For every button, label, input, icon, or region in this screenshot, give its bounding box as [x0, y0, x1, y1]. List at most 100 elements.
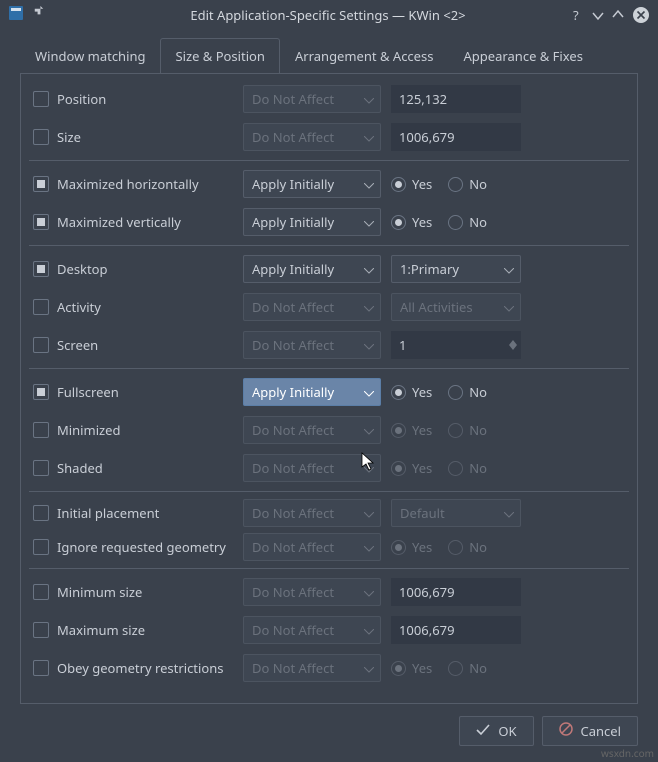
radio-max-v-yes[interactable]: Yes: [391, 213, 432, 231]
chevron-down-icon: [364, 538, 374, 556]
maximize-icon[interactable]: [612, 9, 624, 21]
value-min-size[interactable]: [391, 578, 521, 606]
rule-min-size[interactable]: Do Not Affect: [243, 578, 381, 606]
ok-button[interactable]: OK: [459, 716, 533, 746]
checkbox-ignore-geo[interactable]: [33, 539, 49, 555]
chevron-down-icon: [364, 298, 374, 316]
rule-max-size[interactable]: Do Not Affect: [243, 616, 381, 644]
label-fullscreen: Fullscreen: [57, 383, 119, 401]
checkbox-size[interactable]: [33, 129, 49, 145]
row-max-h: Maximized horizontally Apply Initially Y…: [29, 165, 629, 203]
value-screen[interactable]: 1: [391, 331, 521, 359]
cancel-icon: [559, 722, 573, 740]
button-bar: OK Cancel: [0, 716, 658, 762]
checkbox-initial-placement[interactable]: [33, 505, 49, 521]
checkbox-shaded[interactable]: [33, 460, 49, 476]
label-activity: Activity: [57, 298, 101, 316]
label-min-size: Minimum size: [57, 583, 142, 601]
checkbox-desktop[interactable]: [33, 261, 49, 277]
chevron-down-icon: [364, 459, 374, 477]
rule-size[interactable]: Do Not Affect: [243, 123, 381, 151]
label-minimized: Minimized: [57, 421, 120, 439]
radio-obey-geo-yes: Yes: [391, 659, 432, 677]
radio-obey-geo-no: No: [448, 659, 487, 677]
chevron-down-icon: [364, 90, 374, 108]
separator: [29, 568, 629, 569]
checkbox-fullscreen[interactable]: [33, 384, 49, 400]
value-position[interactable]: [391, 85, 521, 113]
radio-fullscreen-yes[interactable]: Yes: [391, 383, 432, 401]
tab-size-position[interactable]: Size & Position: [160, 38, 279, 74]
rule-max-h[interactable]: Apply Initially: [243, 170, 381, 198]
chevron-down-icon: [364, 659, 374, 677]
checkbox-max-v[interactable]: [33, 214, 49, 230]
value-size[interactable]: [391, 123, 521, 151]
checkbox-screen[interactable]: [33, 337, 49, 353]
window: Edit Application-Specific Settings — KWi…: [0, 0, 658, 762]
value-activity[interactable]: All Activities: [391, 293, 521, 321]
checkbox-min-size[interactable]: [33, 584, 49, 600]
radio-shaded-no: No: [448, 459, 487, 477]
rule-initial-placement[interactable]: Do Not Affect: [243, 499, 381, 527]
checkbox-activity[interactable]: [33, 299, 49, 315]
tab-window-matching[interactable]: Window matching: [20, 38, 160, 74]
value-desktop[interactable]: 1:Primary: [391, 255, 521, 283]
checkbox-max-size[interactable]: [33, 622, 49, 638]
row-min-size: Minimum size Do Not Affect: [29, 573, 629, 611]
checkbox-minimized[interactable]: [33, 422, 49, 438]
cancel-button[interactable]: Cancel: [542, 716, 638, 746]
chevron-down-icon: [364, 336, 374, 354]
label-desktop: Desktop: [57, 260, 108, 278]
checkbox-position[interactable]: [33, 91, 49, 107]
tab-arrangement-access[interactable]: Arrangement & Access: [280, 38, 449, 74]
rule-minimized[interactable]: Do Not Affect: [243, 416, 381, 444]
rule-obey-geo[interactable]: Do Not Affect: [243, 654, 381, 682]
row-obey-geo: Obey geometry restrictions Do Not Affect…: [29, 649, 629, 687]
settings-pane: Position Do Not Affect Size Do Not Affec…: [20, 73, 638, 704]
rule-desktop[interactable]: Apply Initially: [243, 255, 381, 283]
radio-fullscreen-no[interactable]: No: [448, 383, 487, 401]
label-screen: Screen: [57, 336, 98, 354]
rule-activity[interactable]: Do Not Affect: [243, 293, 381, 321]
chevron-down-icon: [364, 175, 374, 193]
tab-appearance-fixes[interactable]: Appearance & Fixes: [448, 38, 597, 74]
radio-max-h-no[interactable]: No: [448, 175, 487, 193]
row-max-size: Maximum size Do Not Affect: [29, 611, 629, 649]
chevron-down-icon: [364, 421, 374, 439]
separator: [29, 160, 629, 161]
radio-ignore-geo-no: No: [448, 538, 487, 556]
app-menu-icon[interactable]: [8, 5, 24, 25]
close-icon[interactable]: [632, 6, 650, 24]
row-activity: Activity Do Not Affect All Activities: [29, 288, 629, 326]
radio-max-v-no[interactable]: No: [448, 213, 487, 231]
radio-minimized-yes: Yes: [391, 421, 432, 439]
chevron-down-icon: [364, 213, 374, 231]
rule-max-v[interactable]: Apply Initially: [243, 208, 381, 236]
rule-shaded[interactable]: Do Not Affect: [243, 454, 381, 482]
row-shaded: Shaded Do Not Affect Yes No: [29, 449, 629, 487]
svg-text:?: ?: [573, 8, 579, 22]
help-icon[interactable]: ?: [570, 8, 584, 22]
chevron-down-icon: [504, 504, 514, 522]
label-max-size: Maximum size: [57, 621, 145, 639]
radio-max-h-yes[interactable]: Yes: [391, 175, 432, 193]
spin-arrows-icon[interactable]: [509, 340, 517, 350]
rule-screen[interactable]: Do Not Affect: [243, 331, 381, 359]
chevron-down-icon: [364, 128, 374, 146]
rule-fullscreen[interactable]: Apply Initially: [243, 378, 381, 406]
checkbox-max-h[interactable]: [33, 176, 49, 192]
rule-ignore-geo[interactable]: Do Not Affect: [243, 533, 381, 561]
value-max-size[interactable]: [391, 616, 521, 644]
checkbox-obey-geo[interactable]: [33, 660, 49, 676]
pin-icon[interactable]: [32, 6, 46, 24]
tab-bar: Window matching Size & Position Arrangem…: [0, 30, 658, 74]
value-initial-placement[interactable]: Default: [391, 499, 521, 527]
minimize-icon[interactable]: [592, 9, 604, 21]
label-size: Size: [57, 128, 81, 146]
chevron-down-icon: [364, 383, 374, 401]
row-minimized: Minimized Do Not Affect Yes No: [29, 411, 629, 449]
chevron-down-icon: [364, 621, 374, 639]
rule-position[interactable]: Do Not Affect: [243, 85, 381, 113]
separator: [29, 491, 629, 492]
row-screen: Screen Do Not Affect 1: [29, 326, 629, 364]
